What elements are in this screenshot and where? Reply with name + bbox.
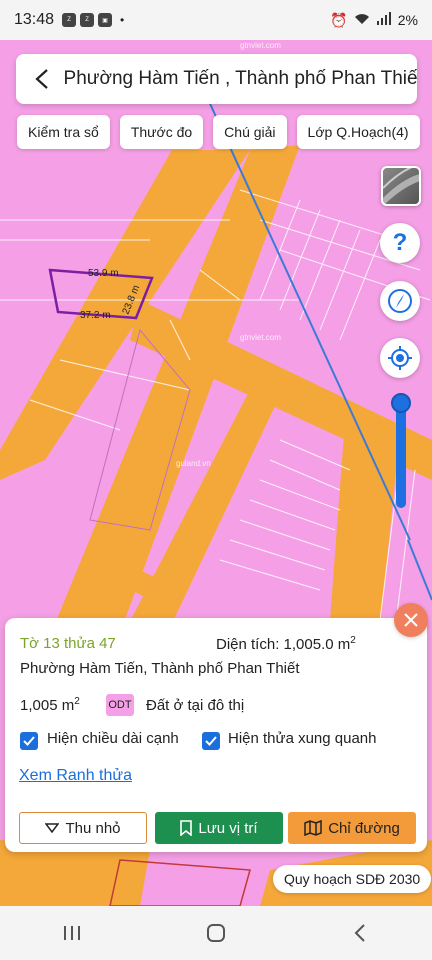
- view-boundary-link[interactable]: Xem Ranh thửa: [19, 767, 132, 785]
- status-time: 13:48: [14, 11, 55, 28]
- parcel-area: Diện tích: 1,005.0 m2: [216, 635, 356, 653]
- measure-button[interactable]: Thước đo: [119, 115, 204, 149]
- zalo-app-icon: Z: [62, 13, 77, 27]
- directions-button[interactable]: Chỉ đường: [288, 812, 416, 844]
- gallery-app-icon: ▣: [98, 13, 113, 27]
- location-header: Phường Hàm Tiến , Thành phố Phan Thiết: [16, 54, 417, 104]
- show-neighbors-checkbox[interactable]: [202, 732, 220, 750]
- show-neighbors-label[interactable]: Hiện thửa xung quanh: [228, 730, 376, 747]
- checkmark-icon: [23, 736, 35, 746]
- save-location-button[interactable]: Lưu vị trí: [155, 812, 283, 844]
- system-nav-bar: [0, 906, 432, 960]
- zalo-app-icon: Z: [80, 13, 95, 27]
- size-value: 1,005 m: [20, 697, 75, 714]
- locate-icon: [388, 346, 412, 370]
- system-back-button[interactable]: [330, 913, 390, 953]
- toolbar-chips: Kiểm tra sổ Thước đo Chú giải Lớp Q.Hoạc…: [17, 115, 420, 149]
- area-value: Diện tích: 1,005.0 m: [216, 636, 351, 653]
- battery-level: 2%: [397, 12, 418, 28]
- locate-button[interactable]: [380, 338, 420, 378]
- alarm-icon: ⏰: [330, 11, 348, 28]
- planning-layer-button[interactable]: Lớp Q.Hoạch(4): [296, 115, 420, 149]
- size-unit-sup: 2: [74, 696, 80, 707]
- edge-length-bottom: 37.2 m: [80, 310, 111, 321]
- close-icon: [404, 613, 418, 627]
- show-edge-lengths-label[interactable]: Hiện chiều dài cạnh: [47, 730, 179, 747]
- parcel-info-panel: Tờ 13 thửa 47 Diện tích: 1,005.0 m2 Phườ…: [5, 618, 427, 852]
- blue-boundary-line: [407, 539, 432, 601]
- triangle-down-icon: [45, 823, 60, 833]
- show-edge-lengths-checkbox[interactable]: [20, 732, 38, 750]
- notification-dot-icon: •: [120, 13, 125, 27]
- page-title: Phường Hàm Tiến , Thành phố Phan Thiết: [63, 68, 417, 89]
- recent-apps-icon: [64, 926, 80, 940]
- parcel-id: Tờ 13 thửa 47: [20, 635, 116, 652]
- bookmark-icon: [180, 820, 193, 836]
- watermark: gtnviet.com: [240, 41, 281, 50]
- compass-icon: [388, 289, 412, 313]
- landuse-code-badge: ODT: [106, 694, 134, 716]
- road: [330, 420, 400, 630]
- home-button[interactable]: [186, 913, 246, 953]
- watermark: gtnviet.com: [240, 333, 281, 342]
- base-layer-thumbnail[interactable]: [381, 166, 421, 206]
- checkmark-icon: [205, 736, 217, 746]
- close-panel-button[interactable]: [394, 603, 428, 637]
- parcel-address: Phường Hàm Tiến, Thành phố Phan Thiết: [20, 660, 300, 677]
- wifi-icon: [354, 12, 370, 29]
- collapse-button[interactable]: Thu nhỏ: [19, 812, 147, 844]
- legend-button[interactable]: Chú giải: [213, 115, 287, 149]
- map-icon: [304, 820, 322, 836]
- save-location-label: Lưu vị trí: [198, 819, 258, 837]
- zoom-slider-handle[interactable]: [391, 393, 411, 413]
- status-bar: 13:48 Z Z ▣ • ⏰ 2%: [0, 0, 432, 40]
- question-icon: ?: [392, 229, 408, 256]
- watermark: guland.vn: [176, 459, 211, 468]
- planning-layer-label[interactable]: Quy hoạch SDĐ 2030: [273, 865, 432, 893]
- directions-label: Chỉ đường: [328, 819, 400, 837]
- status-app-icons: Z Z ▣ •: [62, 13, 124, 27]
- home-icon: [207, 924, 225, 942]
- help-button[interactable]: ?: [380, 223, 420, 263]
- recent-apps-button[interactable]: [42, 913, 102, 953]
- collapse-label: Thu nhỏ: [65, 819, 121, 837]
- signal-icon: [376, 11, 392, 29]
- check-certificate-button[interactable]: Kiểm tra sổ: [17, 115, 110, 149]
- edge-length-top: 53.9 m: [88, 268, 119, 279]
- area-unit-sup: 2: [350, 635, 356, 646]
- parcel-size: 1,005 m2: [20, 696, 80, 714]
- landuse-name: Đất ở tại đô thị: [146, 697, 245, 714]
- back-icon: [354, 924, 365, 942]
- compass-button[interactable]: [380, 281, 420, 321]
- back-arrow-icon[interactable]: [28, 65, 56, 93]
- status-right: ⏰ 2%: [330, 11, 418, 29]
